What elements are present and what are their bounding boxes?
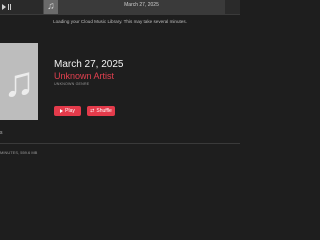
section-label: s bbox=[0, 130, 3, 136]
music-note-icon: ♫ bbox=[3, 57, 35, 105]
album-title: March 27, 2025 bbox=[54, 59, 124, 70]
shuffle-icon: ⇄ bbox=[90, 107, 95, 114]
toolbar: ♫ March 27, 2025 bbox=[0, 0, 240, 15]
album-artwork[interactable]: ♫ bbox=[0, 43, 38, 120]
play-button[interactable]: Play bbox=[54, 106, 81, 116]
album-genre: UNKNOWN GENRE bbox=[54, 82, 90, 86]
play-pause-control[interactable] bbox=[0, 2, 18, 12]
album-artist[interactable]: Unknown Artist bbox=[54, 71, 114, 81]
pause-icon bbox=[8, 4, 9, 10]
album-summary: MINUTES, 559.6 MB bbox=[0, 150, 38, 155]
shuffle-button[interactable]: ⇄ Shuffle bbox=[87, 106, 115, 116]
now-playing-title: March 27, 2025 bbox=[124, 2, 159, 8]
divider bbox=[0, 143, 240, 144]
now-playing-artwork: ♫ bbox=[44, 0, 58, 14]
play-icon bbox=[60, 109, 64, 113]
play-button-label: Play bbox=[65, 108, 75, 114]
music-note-icon: ♫ bbox=[47, 1, 55, 12]
now-playing-display[interactable]: ♫ March 27, 2025 bbox=[43, 0, 225, 14]
play-icon bbox=[2, 4, 6, 10]
loading-status: Loading your Cloud Music Library. This m… bbox=[53, 19, 187, 24]
shuffle-button-label: Shuffle bbox=[96, 108, 112, 114]
